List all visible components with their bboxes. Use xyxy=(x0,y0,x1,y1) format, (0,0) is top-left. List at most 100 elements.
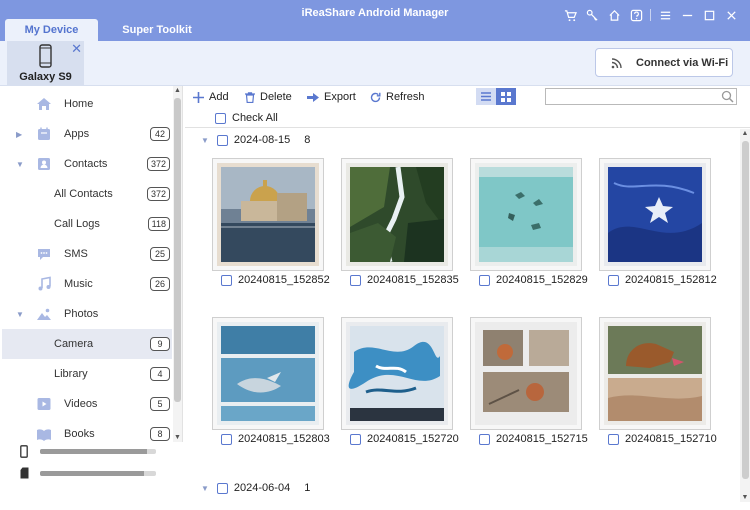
count-badge: 4 xyxy=(150,367,170,381)
collapse-arrow-icon[interactable]: ▼ xyxy=(201,484,209,493)
photo-thumbnail[interactable] xyxy=(599,158,711,271)
sd-storage-bar xyxy=(40,471,156,476)
photo-thumbnail[interactable] xyxy=(341,317,453,430)
photo-thumbnail[interactable] xyxy=(470,158,582,271)
maximize-icon[interactable] xyxy=(698,7,720,23)
count-badge: 8 xyxy=(150,427,170,441)
minimize-icon[interactable] xyxy=(676,7,698,23)
photo-star-image xyxy=(604,163,706,266)
scroll-down-icon[interactable]: ▼ xyxy=(740,494,750,501)
delete-button[interactable]: Delete xyxy=(245,91,292,103)
photo-checkbox[interactable] xyxy=(479,274,490,286)
photo-checkbox[interactable] xyxy=(350,274,361,286)
collapse-arrow-icon[interactable]: ▼ xyxy=(201,136,209,145)
menu-icon[interactable] xyxy=(654,7,676,23)
photo-grid: ▼ 2024-08-15 8 20240815_152852 20240815_… xyxy=(185,129,740,502)
sidebar-item-apps[interactable]: ▶ Apps 42 xyxy=(2,119,172,149)
photo-item: 20240815_152835 xyxy=(350,274,459,286)
cart-icon[interactable] xyxy=(559,7,581,23)
search-box xyxy=(545,88,737,105)
group-header: ▼ 2024-06-04 1 xyxy=(201,482,310,494)
photo-checkbox[interactable] xyxy=(479,433,490,445)
check-all[interactable]: Check All xyxy=(215,112,278,124)
scroll-up-icon[interactable]: ▲ xyxy=(173,87,182,94)
sidebar-item-photos[interactable]: ▼ Photos xyxy=(2,299,172,329)
scroll-down-icon[interactable]: ▼ xyxy=(173,434,182,441)
connect-wifi-button[interactable]: Connect via Wi-Fi xyxy=(595,48,733,77)
expand-arrow-icon[interactable]: ▶ xyxy=(16,130,22,139)
sidebar-item-sms[interactable]: SMS 25 xyxy=(2,239,172,269)
sms-icon xyxy=(38,249,50,260)
key-icon[interactable] xyxy=(581,7,603,23)
scrollbar-thumb[interactable] xyxy=(742,141,749,479)
sidebar-item-videos[interactable]: Videos 5 xyxy=(2,389,172,419)
videos-icon xyxy=(37,398,51,410)
photo-checkbox[interactable] xyxy=(608,433,619,445)
device-card[interactable]: Galaxy S9 ✕ xyxy=(7,41,84,86)
sidebar-item-contacts[interactable]: ▼ Contacts 372 xyxy=(2,149,172,179)
photo-cathedral-image xyxy=(217,163,319,266)
contacts-icon xyxy=(38,158,50,170)
disconnect-device-icon[interactable]: ✕ xyxy=(71,42,82,55)
sidebar-item-library[interactable]: Library 4 xyxy=(2,359,172,389)
photo-checkbox[interactable] xyxy=(221,433,232,445)
photo-checkbox[interactable] xyxy=(221,274,232,286)
sidebar-item-home[interactable]: Home xyxy=(2,89,172,119)
photo-item: 20240815_152829 xyxy=(479,274,588,286)
scrollbar-thumb[interactable] xyxy=(174,98,181,402)
photo-thumbnail[interactable] xyxy=(470,317,582,430)
sidebar-item-camera[interactable]: Camera 9 xyxy=(2,329,172,359)
sidebar-item-call-logs[interactable]: Call Logs 118 xyxy=(2,209,172,239)
grid-icon xyxy=(501,91,511,102)
sidebar-item-all-contacts[interactable]: All Contacts 372 xyxy=(2,179,172,209)
photo-checkbox[interactable] xyxy=(608,274,619,286)
photos-icon xyxy=(37,308,51,320)
photo-name: 20240815_152715 xyxy=(496,433,588,445)
phone-icon xyxy=(39,44,52,68)
collapse-arrow-icon[interactable]: ▼ xyxy=(16,310,24,319)
photo-bird-image xyxy=(217,322,319,425)
home-icon[interactable] xyxy=(603,7,625,23)
list-view-button[interactable] xyxy=(476,88,496,105)
tab-super-toolkit[interactable]: Super Toolkit xyxy=(110,19,204,41)
photo-thumbnail[interactable] xyxy=(212,158,324,271)
photo-name: 20240815_152803 xyxy=(238,433,330,445)
close-icon[interactable] xyxy=(720,7,742,23)
device-bar: Galaxy S9 ✕ Connect via Wi-Fi xyxy=(0,41,750,86)
storage-fill xyxy=(40,449,147,454)
photo-checkbox[interactable] xyxy=(350,433,361,445)
export-button[interactable]: Export xyxy=(307,91,356,103)
trash-icon xyxy=(245,91,255,103)
refresh-button[interactable]: Refresh xyxy=(370,91,425,103)
home-icon xyxy=(37,98,51,110)
scroll-up-icon[interactable]: ▲ xyxy=(740,130,750,137)
sd-card-icon xyxy=(20,467,29,479)
sidebar-scrollbar[interactable]: ▲ ▼ xyxy=(173,86,182,442)
search-input[interactable] xyxy=(546,89,716,104)
group-date: 2024-08-15 xyxy=(233,134,291,146)
photo-robin-image xyxy=(475,322,577,425)
check-all-label: Check All xyxy=(232,112,278,124)
grid-view-button[interactable] xyxy=(496,88,516,105)
group-count: 1 xyxy=(304,482,311,494)
photo-item: 20240815_152803 xyxy=(221,433,330,445)
collapse-arrow-icon[interactable]: ▼ xyxy=(16,160,24,169)
music-icon xyxy=(38,276,51,291)
sidebar-item-books[interactable]: Books 8 xyxy=(2,419,172,442)
photo-thumbnail[interactable] xyxy=(212,317,324,430)
group-checkbox[interactable] xyxy=(216,482,228,494)
add-button[interactable]: Add xyxy=(193,91,229,103)
group-checkbox[interactable] xyxy=(216,134,228,146)
search-icon[interactable] xyxy=(721,90,734,103)
content-scrollbar[interactable]: ▲ ▼ xyxy=(740,129,750,502)
photo-item: 20240815_152852 xyxy=(221,274,330,286)
photo-name: 20240815_152852 xyxy=(238,274,330,286)
export-arrow-icon xyxy=(307,92,319,102)
help-icon[interactable] xyxy=(625,7,647,23)
tab-my-device[interactable]: My Device xyxy=(5,19,98,41)
device-name: Galaxy S9 xyxy=(19,71,72,83)
check-all-checkbox[interactable] xyxy=(215,112,226,124)
photo-thumbnail[interactable] xyxy=(341,158,453,271)
photo-thumbnail[interactable] xyxy=(599,317,711,430)
sidebar-item-music[interactable]: Music 26 xyxy=(2,269,172,299)
